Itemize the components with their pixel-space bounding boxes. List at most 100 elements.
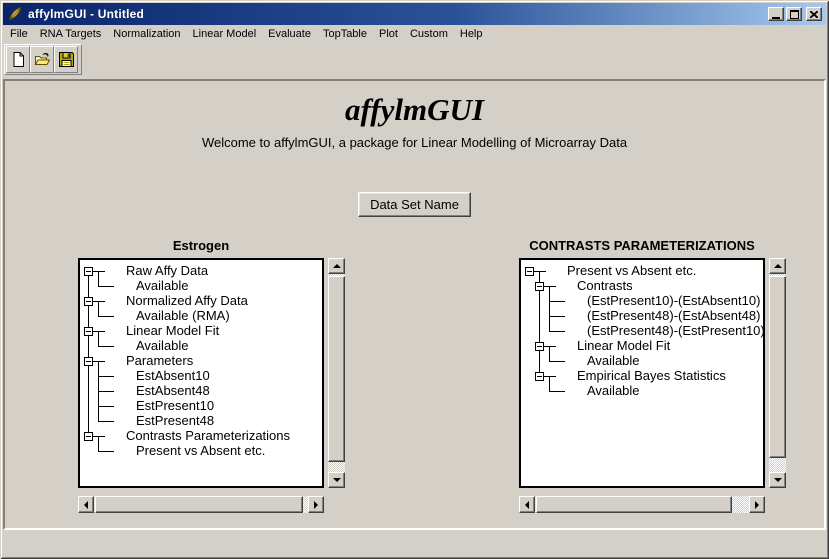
horizontal-scrollbar-thumb[interactable] — [95, 496, 303, 513]
tree-node-label[interactable]: Linear Model Fit — [126, 323, 219, 338]
menu-item-custom[interactable]: Custom — [404, 27, 454, 41]
tree-node-label[interactable]: Available (RMA) — [136, 308, 230, 323]
tree-node-label[interactable]: Normalized Affy Data — [126, 293, 248, 308]
tree-node-label[interactable]: Present vs Absent etc. — [136, 443, 265, 458]
tree-expand-toggle[interactable] — [84, 297, 93, 306]
tree-node-label[interactable]: Parameters — [126, 353, 193, 368]
save-file-button[interactable] — [54, 46, 78, 73]
menu-item-linear-model[interactable]: Linear Model — [187, 27, 263, 41]
scroll-down-button[interactable] — [769, 472, 786, 488]
toolbar — [3, 42, 826, 79]
tree-node-label[interactable]: (EstPresent48)-(EstAbsent48) — [587, 308, 760, 323]
menubar: FileRNA TargetsNormalizationLinear Model… — [3, 25, 826, 42]
scroll-left-button[interactable] — [78, 496, 94, 513]
tree-node-label[interactable]: Empirical Bayes Statistics — [577, 368, 726, 383]
scroll-right-button[interactable] — [308, 496, 324, 513]
new-file-button[interactable] — [6, 46, 30, 73]
menu-item-normalization[interactable]: Normalization — [107, 27, 186, 41]
tree-node-label[interactable]: Present vs Absent etc. — [567, 263, 696, 278]
minimize-button[interactable] — [768, 7, 784, 21]
tree-expand-toggle[interactable] — [525, 267, 534, 276]
menu-item-toptable[interactable]: TopTable — [317, 27, 373, 41]
estrogen-vertical-scrollbar[interactable] — [328, 258, 345, 488]
app-heading: affylmGUI — [5, 93, 824, 127]
scroll-up-button[interactable] — [328, 258, 345, 274]
tree-node-label[interactable]: Raw Affy Data — [126, 263, 208, 278]
tree-node-label[interactable]: Available — [136, 338, 189, 353]
titlebar[interactable]: affylmGUI - Untitled — [3, 3, 826, 25]
left-arrow-icon — [84, 501, 88, 509]
tree-node-label[interactable]: (EstPresent10)-(EstAbsent10) — [587, 293, 760, 308]
close-icon — [810, 11, 818, 18]
app-window: affylmGUI - Untitled FileRNA TargetsNorm… — [0, 0, 829, 559]
tree-node-label[interactable]: Available — [136, 278, 189, 293]
maximize-button[interactable] — [786, 7, 802, 21]
open-file-button[interactable] — [30, 46, 54, 73]
tree-expand-toggle[interactable] — [84, 357, 93, 366]
tree-line — [98, 331, 99, 347]
tree-line — [98, 436, 99, 452]
tree-node-label[interactable]: EstPresent10 — [136, 398, 214, 413]
tree-expand-toggle[interactable] — [84, 432, 93, 441]
estrogen-horizontal-scrollbar[interactable] — [78, 496, 324, 513]
contrasts-vertical-scrollbar[interactable] — [769, 258, 786, 488]
tree-line — [98, 316, 114, 317]
tree-node-label[interactable]: Available — [587, 353, 640, 368]
menu-item-evaluate[interactable]: Evaluate — [262, 27, 317, 41]
minimize-icon — [772, 17, 780, 19]
tree-expand-toggle[interactable] — [535, 282, 544, 291]
menu-item-file[interactable]: File — [4, 27, 34, 41]
down-arrow-icon — [774, 478, 782, 482]
tree-node-label[interactable]: Contrasts Parameterizations — [126, 428, 290, 443]
tree-line — [98, 376, 114, 377]
maximize-icon — [790, 10, 799, 19]
menu-item-help[interactable]: Help — [454, 27, 489, 41]
tree-node-label[interactable]: EstPresent48 — [136, 413, 214, 428]
horizontal-scrollbar-thumb[interactable] — [536, 496, 732, 513]
data-set-name-button[interactable]: Data Set Name — [358, 192, 471, 217]
tree-node-label[interactable]: Available — [587, 383, 640, 398]
tree-expand-toggle[interactable] — [535, 342, 544, 351]
tree-node-label[interactable]: Contrasts — [577, 278, 633, 293]
tree-line — [549, 391, 565, 392]
estrogen-tree-panel: Estrogen AvailableRaw Affy DataAvailable… — [78, 238, 346, 488]
scroll-up-button[interactable] — [769, 258, 786, 274]
feather-app-icon — [7, 6, 23, 22]
estrogen-tree[interactable]: AvailableRaw Affy DataAvailable (RMA)Nor… — [78, 258, 324, 488]
contrasts-tree[interactable]: (EstPresent10)-(EstAbsent10)(EstPresent4… — [519, 258, 765, 488]
vertical-scrollbar-thumb[interactable] — [328, 276, 345, 462]
menu-item-rna-targets[interactable]: RNA Targets — [34, 27, 108, 41]
scroll-down-button[interactable] — [328, 472, 345, 488]
save-floppy-icon — [58, 51, 75, 68]
tree-line — [549, 331, 565, 332]
tree-node-label[interactable]: EstAbsent48 — [136, 383, 210, 398]
menu-item-plot[interactable]: Plot — [373, 27, 404, 41]
tree-line — [549, 301, 565, 302]
scroll-right-button[interactable] — [749, 496, 765, 513]
scroll-left-button[interactable] — [519, 496, 535, 513]
tree-line — [98, 451, 114, 452]
main-area: affylmGUI Welcome to affylmGUI, a packag… — [3, 79, 826, 530]
tree-line — [98, 346, 114, 347]
vertical-scrollbar-thumb[interactable] — [769, 276, 786, 458]
window-title: affylmGUI - Untitled — [28, 7, 768, 21]
tree-node-label[interactable]: Linear Model Fit — [577, 338, 670, 353]
toolbar-frame — [4, 44, 82, 75]
tree-line — [88, 271, 89, 437]
down-arrow-icon — [333, 478, 341, 482]
tree-line — [549, 376, 550, 392]
tree-node-label[interactable]: (EstPresent48)-(EstPresent10) — [587, 323, 765, 338]
tree-expand-toggle[interactable] — [84, 267, 93, 276]
tree-node-label[interactable]: EstAbsent10 — [136, 368, 210, 383]
tree-expand-toggle[interactable] — [535, 372, 544, 381]
tree-line — [98, 286, 114, 287]
contrasts-horizontal-scrollbar[interactable] — [519, 496, 765, 513]
welcome-text: Welcome to affylmGUI, a package for Line… — [5, 135, 824, 150]
tree-line — [549, 286, 550, 332]
open-folder-icon — [34, 51, 51, 68]
close-button[interactable] — [806, 7, 822, 21]
trees-row: Estrogen AvailableRaw Affy DataAvailable… — [5, 238, 824, 528]
tree-expand-toggle[interactable] — [84, 327, 93, 336]
tree-line — [549, 361, 565, 362]
tree-line — [98, 421, 114, 422]
